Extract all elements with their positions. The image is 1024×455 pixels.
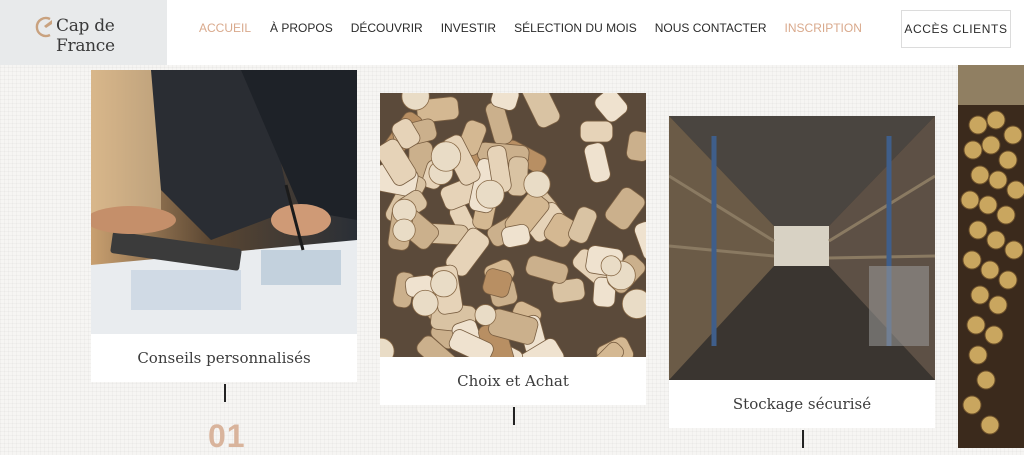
service-card-stockage[interactable]: Stockage sécurisé [669, 116, 935, 428]
logo[interactable]: Cap de France [0, 0, 167, 65]
step-number: 01 [208, 418, 246, 454]
card-caption-stockage: Stockage sécurisé [732, 395, 872, 413]
nav-item-decouvrir[interactable]: DÉCOUVRIR [351, 20, 423, 36]
card-caption-choix-achat: Choix et Achat [457, 372, 569, 390]
card-image-conseils [91, 70, 357, 334]
service-card-conseils[interactable]: Conseils personnalisés [91, 70, 357, 382]
card-caption-conseils: Conseils personnalisés [137, 349, 311, 367]
service-card-choix-achat[interactable]: Choix et Achat [380, 93, 646, 405]
nav-item-investir[interactable]: INVESTIR [441, 20, 496, 36]
step-connector-line [802, 430, 804, 448]
site-header: Cap de France ACCUEIL À PROPOS DÉCOUVRIR… [0, 0, 1024, 65]
logo-icon [35, 16, 52, 38]
main-nav: ACCUEIL À PROPOS DÉCOUVRIR INVESTIR SÉLE… [199, 20, 862, 36]
nav-item-a-propos[interactable]: À PROPOS [270, 20, 333, 36]
step-connector-line [224, 384, 226, 402]
acces-clients-button[interactable]: ACCÈS CLIENTS [901, 10, 1011, 48]
card-image-corks [380, 93, 646, 357]
step-connector-line [513, 407, 515, 425]
logo-text: Cap de France [56, 16, 115, 56]
card-image-warehouse [669, 116, 935, 380]
nav-item-accueil[interactable]: ACCUEIL [199, 20, 251, 36]
nav-item-selection-du-mois[interactable]: SÉLECTION DU MOIS [514, 20, 637, 36]
nav-item-inscription[interactable]: INSCRIPTION [785, 20, 862, 36]
nav-item-nous-contacter[interactable]: NOUS CONTACTER [655, 20, 767, 36]
card-image-grapes-partial [958, 65, 1024, 448]
